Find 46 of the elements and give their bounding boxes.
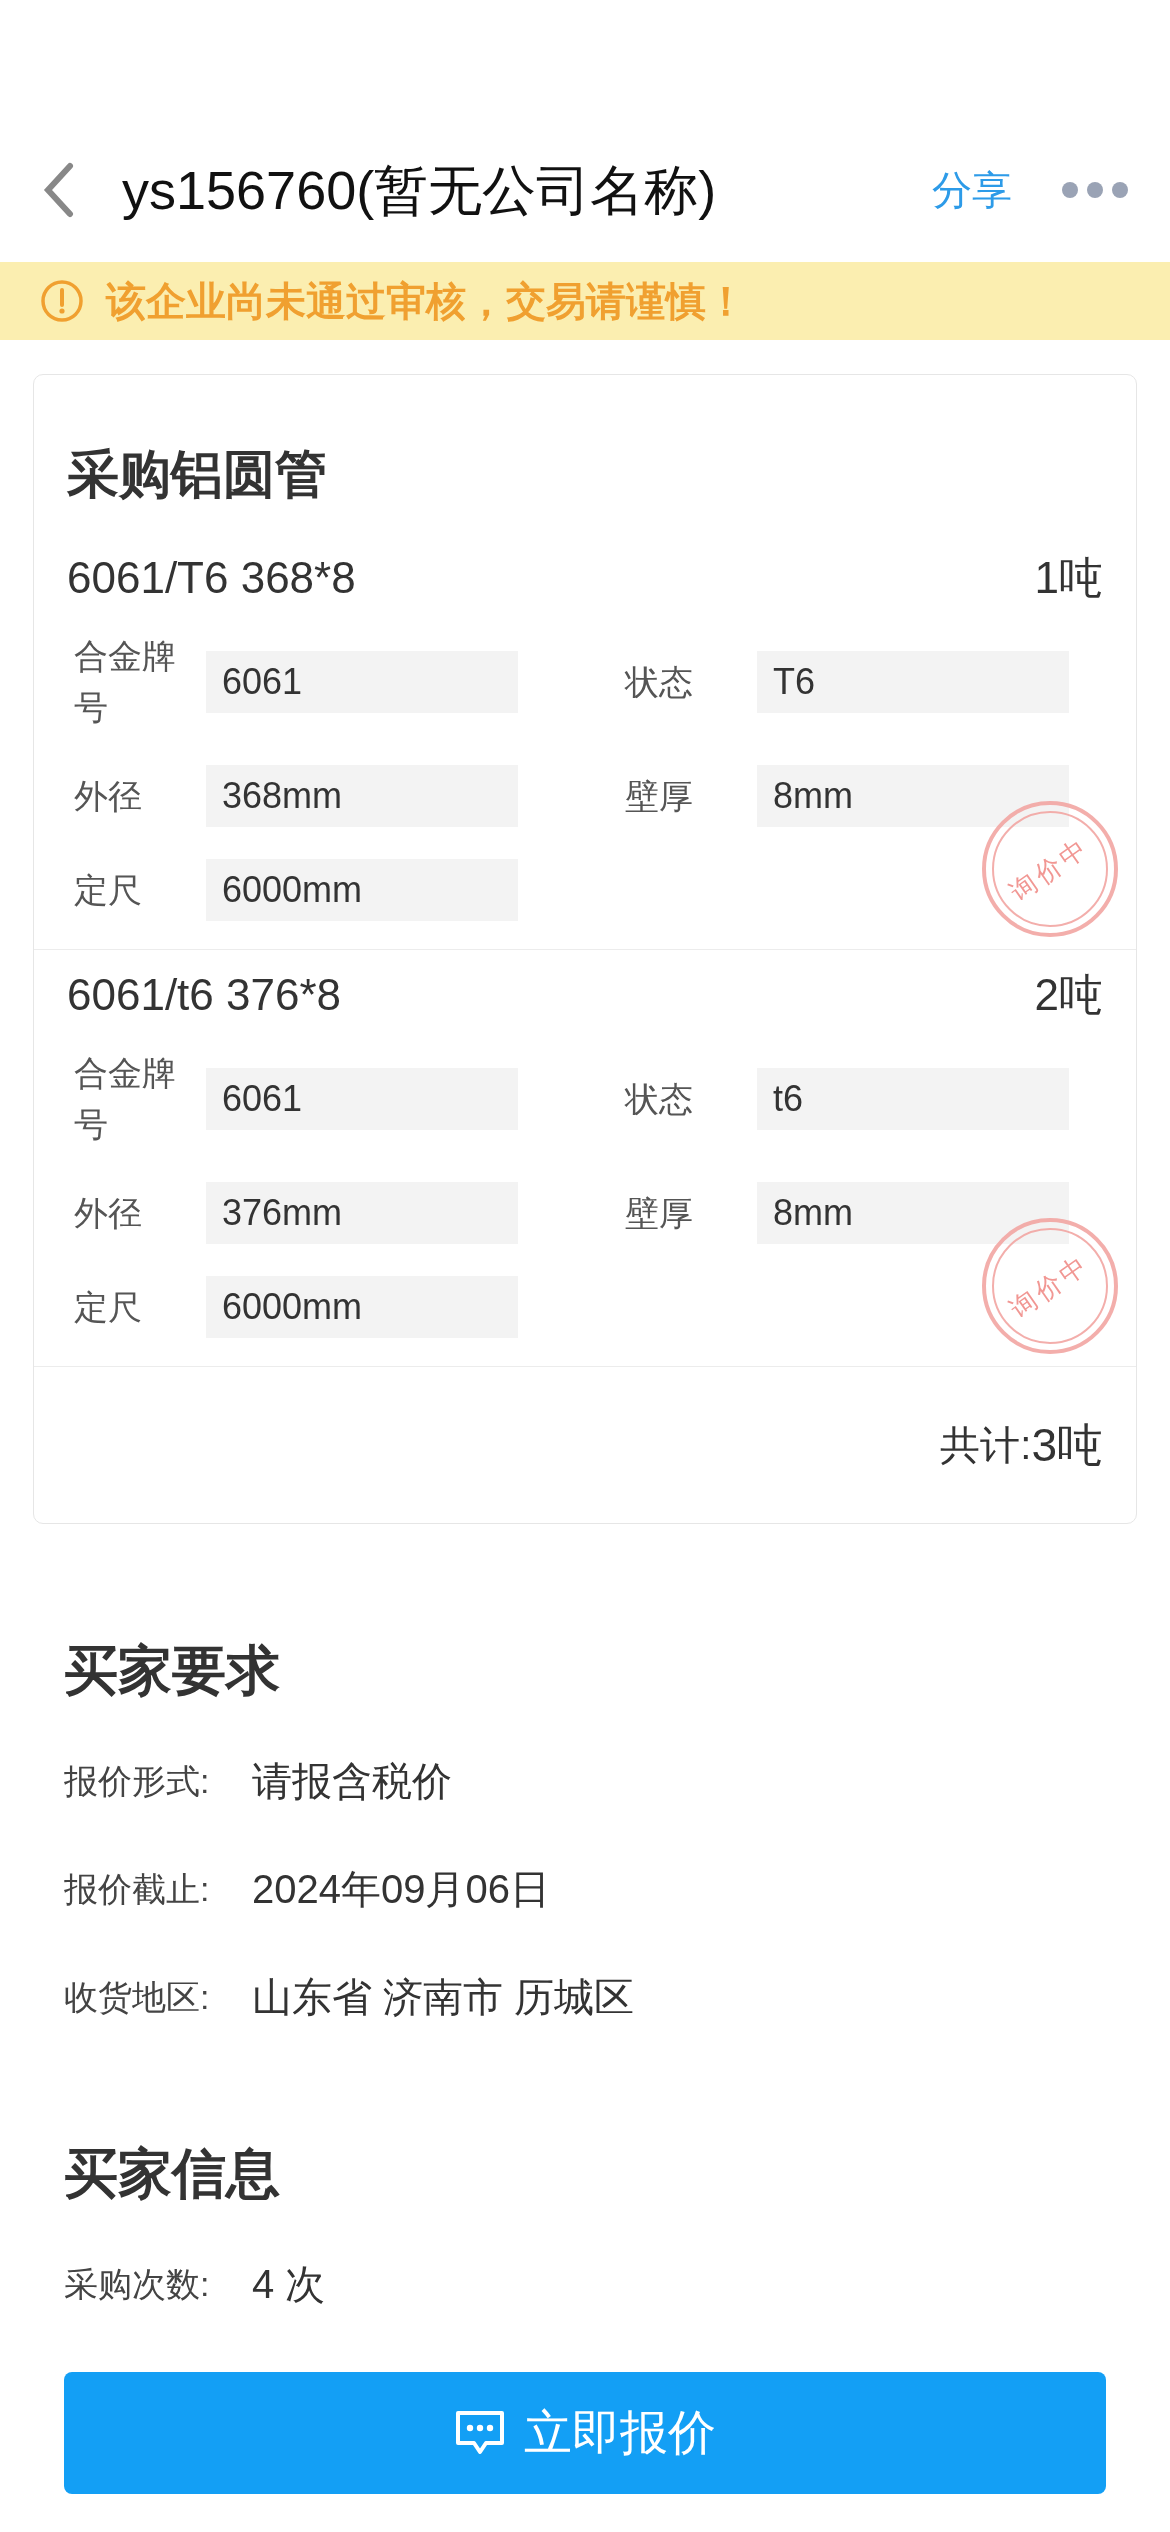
info-label: 报价截止:	[64, 1868, 211, 1910]
field-value: 8mm	[757, 765, 1069, 827]
field-label: 壁厚	[624, 775, 694, 817]
field-value: 6061	[206, 651, 518, 713]
field-label: 状态	[623, 1078, 694, 1120]
chat-bubble-icon	[454, 2409, 506, 2457]
info-value: 4 次	[252, 2261, 326, 2308]
more-icon[interactable]	[1060, 180, 1130, 200]
info-label: 报价形式:	[64, 1760, 211, 1802]
quote-button[interactable]: 立即报价	[64, 2372, 1106, 2494]
field-value: 6000mm	[206, 859, 518, 921]
inquiry-stamp: 询价中	[982, 1218, 1118, 1354]
warning-text: 该企业尚未通过审核，交易请谨慎！	[106, 278, 746, 325]
info-label: 采购次数:	[64, 2263, 211, 2305]
field-value: 6000mm	[206, 1276, 518, 1338]
item-name: 6061/t6 376*8	[67, 969, 342, 1021]
page-title: ys156760(暂无公司名称)	[122, 158, 718, 222]
warning-icon	[40, 279, 84, 323]
section-title: 买家信息	[64, 2142, 281, 2205]
field-label: 状态	[623, 661, 694, 703]
info-value: 2024年09月06日	[252, 1866, 550, 1913]
field-label: 壁厚	[624, 1192, 694, 1234]
inquiry-stamp: 询价中	[982, 801, 1118, 937]
field-value: 368mm	[206, 765, 518, 827]
item-name: 6061/T6 368*8	[67, 552, 356, 604]
item-quantity: 1吨	[1034, 552, 1103, 604]
field-label: 定尺	[73, 869, 143, 911]
info-value: 山东省 济南市 历城区	[252, 1974, 635, 2021]
field-value: 6061	[206, 1068, 518, 1130]
field-label: 合金牌号	[73, 636, 177, 728]
field-value: T6	[757, 651, 1069, 713]
total-value: 3吨	[1031, 1417, 1103, 1473]
field-label: 合金牌号	[73, 1053, 177, 1145]
info-value: 请报含税价	[252, 1758, 452, 1805]
order-title: 采购铝圆管	[66, 444, 328, 505]
field-label: 外径	[73, 1192, 143, 1234]
field-value: 8mm	[757, 1182, 1069, 1244]
section-title: 买家要求	[64, 1639, 281, 1702]
share-button[interactable]: 分享	[932, 160, 1012, 220]
item-quantity: 2吨	[1034, 969, 1103, 1021]
field-value: t6	[757, 1068, 1069, 1130]
field-label: 定尺	[73, 1286, 143, 1328]
total-label: 共计:	[940, 1422, 1032, 1469]
field-label: 外径	[73, 775, 143, 817]
info-label: 收货地区:	[64, 1976, 211, 2018]
field-value: 376mm	[206, 1182, 518, 1244]
